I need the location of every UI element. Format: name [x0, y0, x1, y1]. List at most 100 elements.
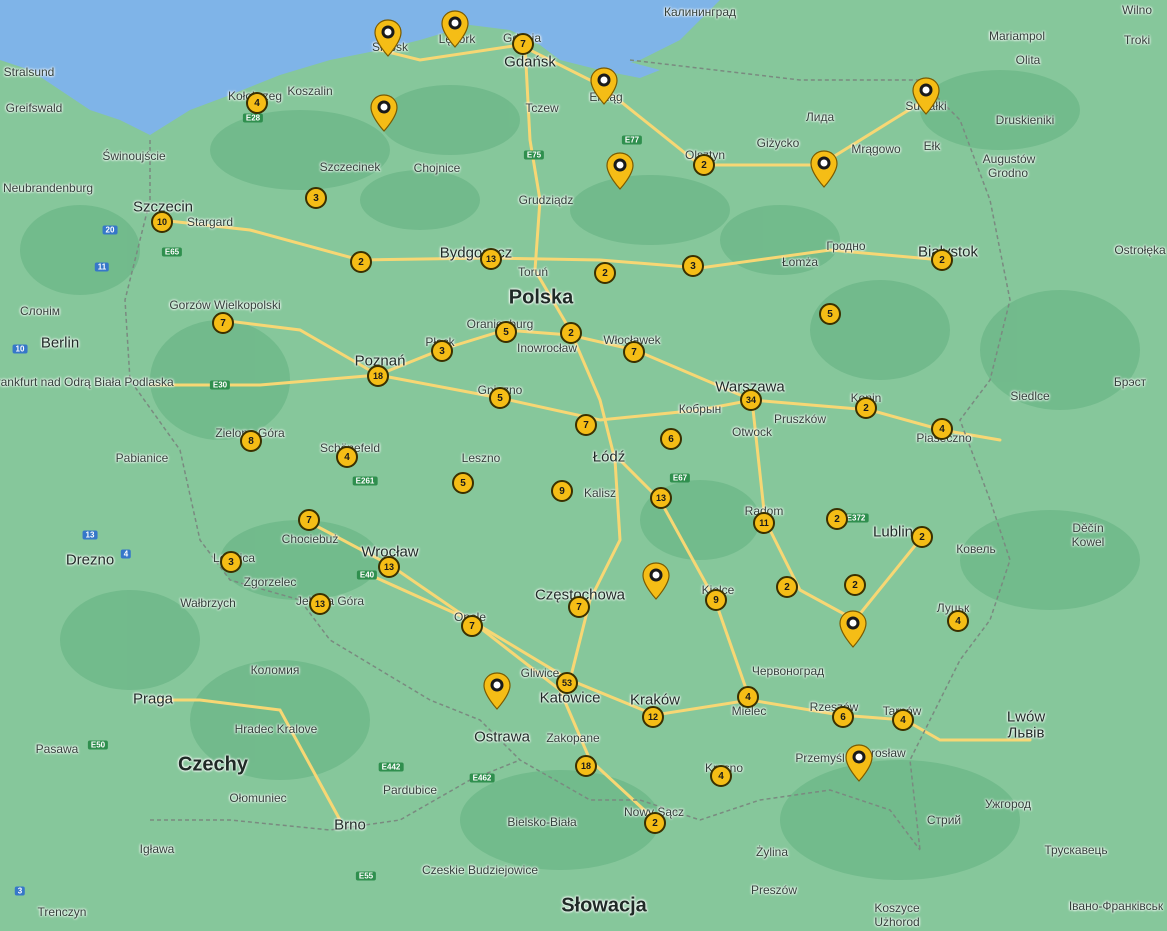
town-label: Mariampol	[988, 29, 1046, 43]
cluster-marker[interactable]: 7	[568, 596, 590, 618]
town-label: Коломия	[250, 663, 300, 677]
town-label: Гродно	[826, 239, 866, 253]
cluster-marker[interactable]: 6	[660, 428, 682, 450]
cluster-marker[interactable]: 2	[560, 322, 582, 344]
cluster-marker[interactable]: 4	[710, 765, 732, 787]
town-label: Koszyce	[874, 901, 920, 915]
cluster-marker[interactable]: 5	[452, 472, 474, 494]
cluster-marker[interactable]: 13	[480, 248, 502, 270]
cluster-marker[interactable]: 7	[461, 615, 483, 637]
cluster-marker[interactable]: 13	[378, 556, 400, 578]
town-label: Pardubice	[382, 783, 438, 797]
cluster-marker[interactable]: 4	[931, 418, 953, 440]
cluster-marker[interactable]: 3	[305, 187, 327, 209]
city-label: Berlin	[40, 334, 80, 352]
cluster-marker[interactable]: 9	[705, 589, 727, 611]
town-label: Ostrołęka	[1114, 243, 1166, 257]
road-shield: 4	[120, 549, 132, 559]
town-label: Pabianice	[115, 451, 169, 465]
country-label: Czechy	[177, 753, 249, 776]
cluster-marker[interactable]: 12	[642, 706, 664, 728]
cluster-marker[interactable]: 2	[855, 397, 877, 419]
cluster-marker[interactable]: 4	[336, 446, 358, 468]
town-label: Zgorzelec	[243, 575, 297, 589]
road-shield: 3	[14, 886, 26, 896]
town-label: Стрий	[926, 813, 962, 827]
location-pin-icon[interactable]	[374, 19, 402, 57]
cluster-marker[interactable]: 2	[911, 526, 933, 548]
cluster-marker[interactable]: 10	[151, 211, 173, 233]
location-pin-icon[interactable]	[912, 77, 940, 115]
location-pin-icon[interactable]	[441, 10, 469, 48]
town-label: Leszno	[461, 451, 501, 465]
cluster-marker[interactable]: 2	[594, 262, 616, 284]
town-label: Trenczyn	[37, 905, 87, 919]
road-shield: 11	[94, 262, 110, 272]
location-pin-icon[interactable]	[642, 562, 670, 600]
cluster-marker[interactable]: 6	[832, 706, 854, 728]
cluster-marker[interactable]: 5	[819, 303, 841, 325]
road-shield: E75	[523, 150, 545, 160]
town-label: Wilno	[1121, 3, 1153, 17]
cluster-marker[interactable]: 34	[740, 389, 762, 411]
town-label: Ołomuniec	[229, 791, 287, 805]
cluster-marker[interactable]: 2	[826, 508, 848, 530]
road-shield: E67	[669, 473, 691, 483]
location-pin-icon[interactable]	[839, 610, 867, 648]
town-label: Mrągowo	[851, 142, 901, 156]
town-label: Kalisz	[583, 486, 617, 500]
road-shield: 20	[102, 225, 118, 235]
cluster-marker[interactable]: 7	[512, 33, 534, 55]
cluster-marker[interactable]: 13	[309, 593, 331, 615]
town-label: Калининград	[663, 5, 737, 19]
cluster-marker[interactable]: 2	[693, 154, 715, 176]
cluster-marker[interactable]: 5	[489, 387, 511, 409]
cluster-marker[interactable]: 3	[220, 551, 242, 573]
town-label: Kowel	[1071, 535, 1105, 549]
cluster-marker[interactable]: 53	[556, 672, 578, 694]
location-pin-icon[interactable]	[370, 94, 398, 132]
town-label: Ełk	[923, 139, 941, 153]
city-label: Lublin	[872, 523, 914, 541]
cluster-marker[interactable]: 7	[575, 414, 597, 436]
cluster-marker[interactable]: 13	[650, 487, 672, 509]
town-label: Giżycko	[756, 136, 800, 150]
cluster-marker[interactable]: 2	[931, 249, 953, 271]
road-shield: E442	[378, 762, 404, 772]
country-label: Słowacja	[561, 894, 647, 917]
cluster-marker[interactable]: 3	[431, 340, 453, 362]
location-pin-icon[interactable]	[483, 672, 511, 710]
cluster-marker[interactable]: 7	[212, 312, 234, 334]
cluster-marker[interactable]: 3	[682, 255, 704, 277]
city-label: Львів	[1007, 724, 1045, 742]
town-label: Ковель	[956, 542, 996, 556]
cluster-marker[interactable]: 8	[240, 430, 262, 452]
cluster-marker[interactable]: 4	[737, 686, 759, 708]
cluster-marker[interactable]: 4	[246, 92, 268, 114]
location-pin-icon[interactable]	[590, 67, 618, 105]
cluster-marker[interactable]: 9	[551, 480, 573, 502]
location-pin-icon[interactable]	[810, 150, 838, 188]
location-pin-icon[interactable]	[606, 152, 634, 190]
cluster-marker[interactable]: 2	[844, 574, 866, 596]
cluster-marker[interactable]: 7	[298, 509, 320, 531]
cluster-marker[interactable]: 2	[644, 812, 666, 834]
location-pin-icon[interactable]	[845, 744, 873, 782]
cluster-marker[interactable]: 4	[892, 709, 914, 731]
cluster-marker[interactable]: 4	[947, 610, 969, 632]
town-label: Hradec Kralove	[234, 722, 318, 736]
town-label: Stralsund	[3, 65, 55, 79]
cluster-marker[interactable]: 18	[367, 365, 389, 387]
town-label: Grudziądz	[518, 193, 574, 207]
town-label: Трускавець	[1044, 843, 1108, 857]
map-canvas[interactable]: Polska Czechy Słowacja Szczecin Gdańsk B…	[0, 0, 1167, 931]
cluster-marker[interactable]: 2	[350, 251, 372, 273]
town-label: Pasawa	[35, 742, 79, 756]
town-label: Кобрын	[678, 402, 722, 416]
town-label: Лида	[805, 110, 835, 124]
cluster-marker[interactable]: 7	[623, 341, 645, 363]
cluster-marker[interactable]: 11	[753, 512, 775, 534]
cluster-marker[interactable]: 2	[776, 576, 798, 598]
cluster-marker[interactable]: 18	[575, 755, 597, 777]
cluster-marker[interactable]: 5	[495, 321, 517, 343]
